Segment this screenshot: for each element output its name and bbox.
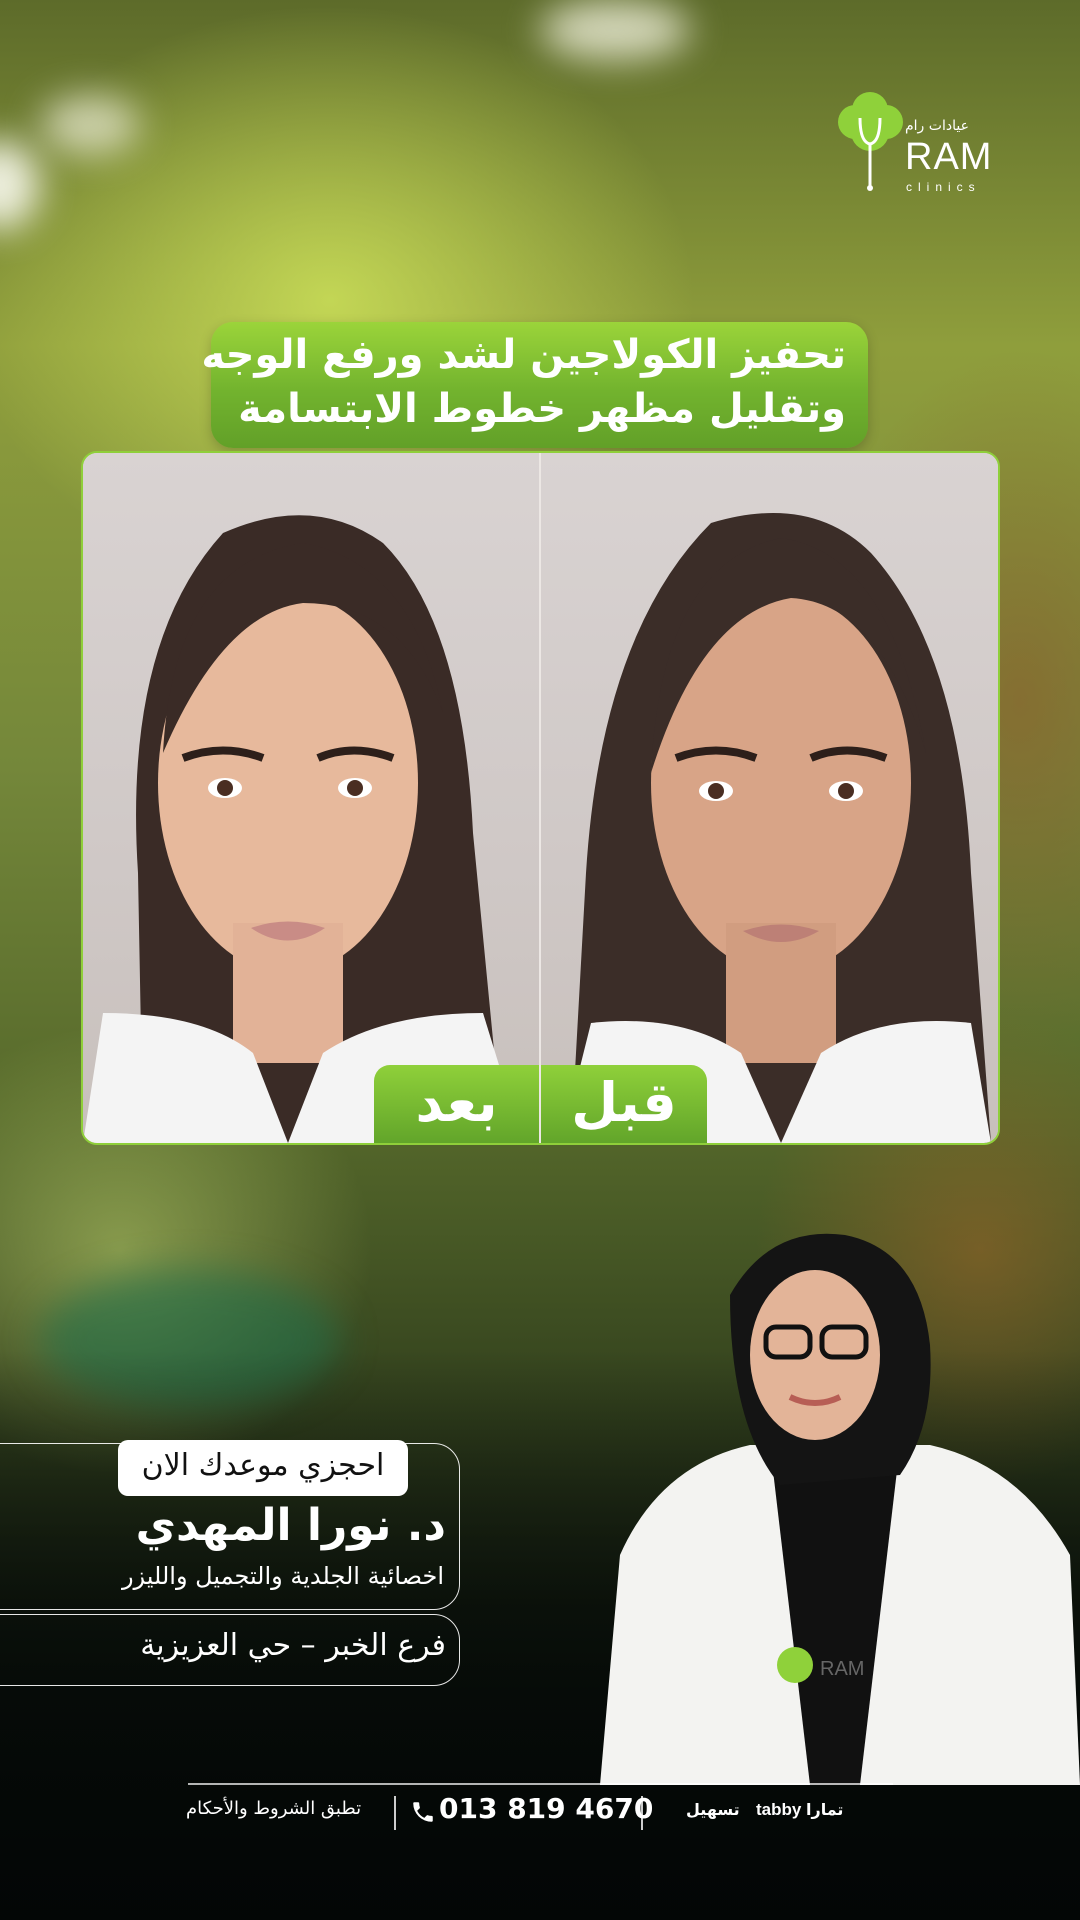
book-now-button[interactable]: احجزي موعدك الان: [118, 1440, 408, 1496]
before-label-badge: قبل: [541, 1065, 707, 1143]
before-after-comparison: بعد قبل: [81, 451, 1000, 1145]
ceiling-light: [540, 0, 690, 60]
doctor-name: د. نورا المهدي: [135, 1500, 446, 1551]
headline-banner: تحفيز الكولاجين لشد ورفع الوجه وتقليل مظ…: [201, 322, 868, 448]
brand-name-english: RAM: [905, 136, 993, 178]
after-label: بعد: [415, 1071, 498, 1134]
after-label-badge: بعد: [374, 1065, 539, 1143]
before-portrait: [561, 513, 991, 1143]
phone-icon: [413, 1802, 433, 1822]
brand-subtitle: clinics: [906, 180, 981, 194]
brand-name-arabic: عيادات رام: [905, 118, 969, 134]
footer-separator: [394, 1796, 396, 1830]
ceiling-light: [0, 140, 40, 230]
after-portrait: [83, 515, 523, 1143]
svg-text:RAM: RAM: [820, 1658, 864, 1680]
payment-tamara: تمارا: [806, 1800, 844, 1819]
headline-line-1: تحفيز الكولاجين لشد ورفع الوجه: [201, 332, 846, 378]
before-photo: قبل: [541, 453, 998, 1143]
footer-divider: [188, 1783, 893, 1785]
headline-line-2: وتقليل مظهر خطوط الابتسامة: [238, 386, 846, 432]
phone-number[interactable]: 013 819 4670: [439, 1792, 653, 1825]
payment-tasheel: تسهيل: [686, 1800, 740, 1819]
terms-note: تطبق الشروط والأحكام: [186, 1798, 362, 1819]
after-photo: بعد: [83, 453, 540, 1143]
branch-location: فرع الخبر – حي العزيزية: [140, 1628, 446, 1663]
doctor-portrait: RAM: [600, 1233, 1080, 1785]
footer-separator: [641, 1796, 643, 1830]
doctor-specialty: اخصائية الجلدية والتجميل والليزر: [121, 1562, 444, 1590]
payment-tabby: tabby: [756, 1800, 802, 1819]
before-label: قبل: [571, 1071, 677, 1134]
ceiling-light: [40, 95, 140, 155]
tree-stethoscope-icon: [838, 92, 903, 191]
book-now-label: احجزي موعدك الان: [141, 1448, 385, 1483]
